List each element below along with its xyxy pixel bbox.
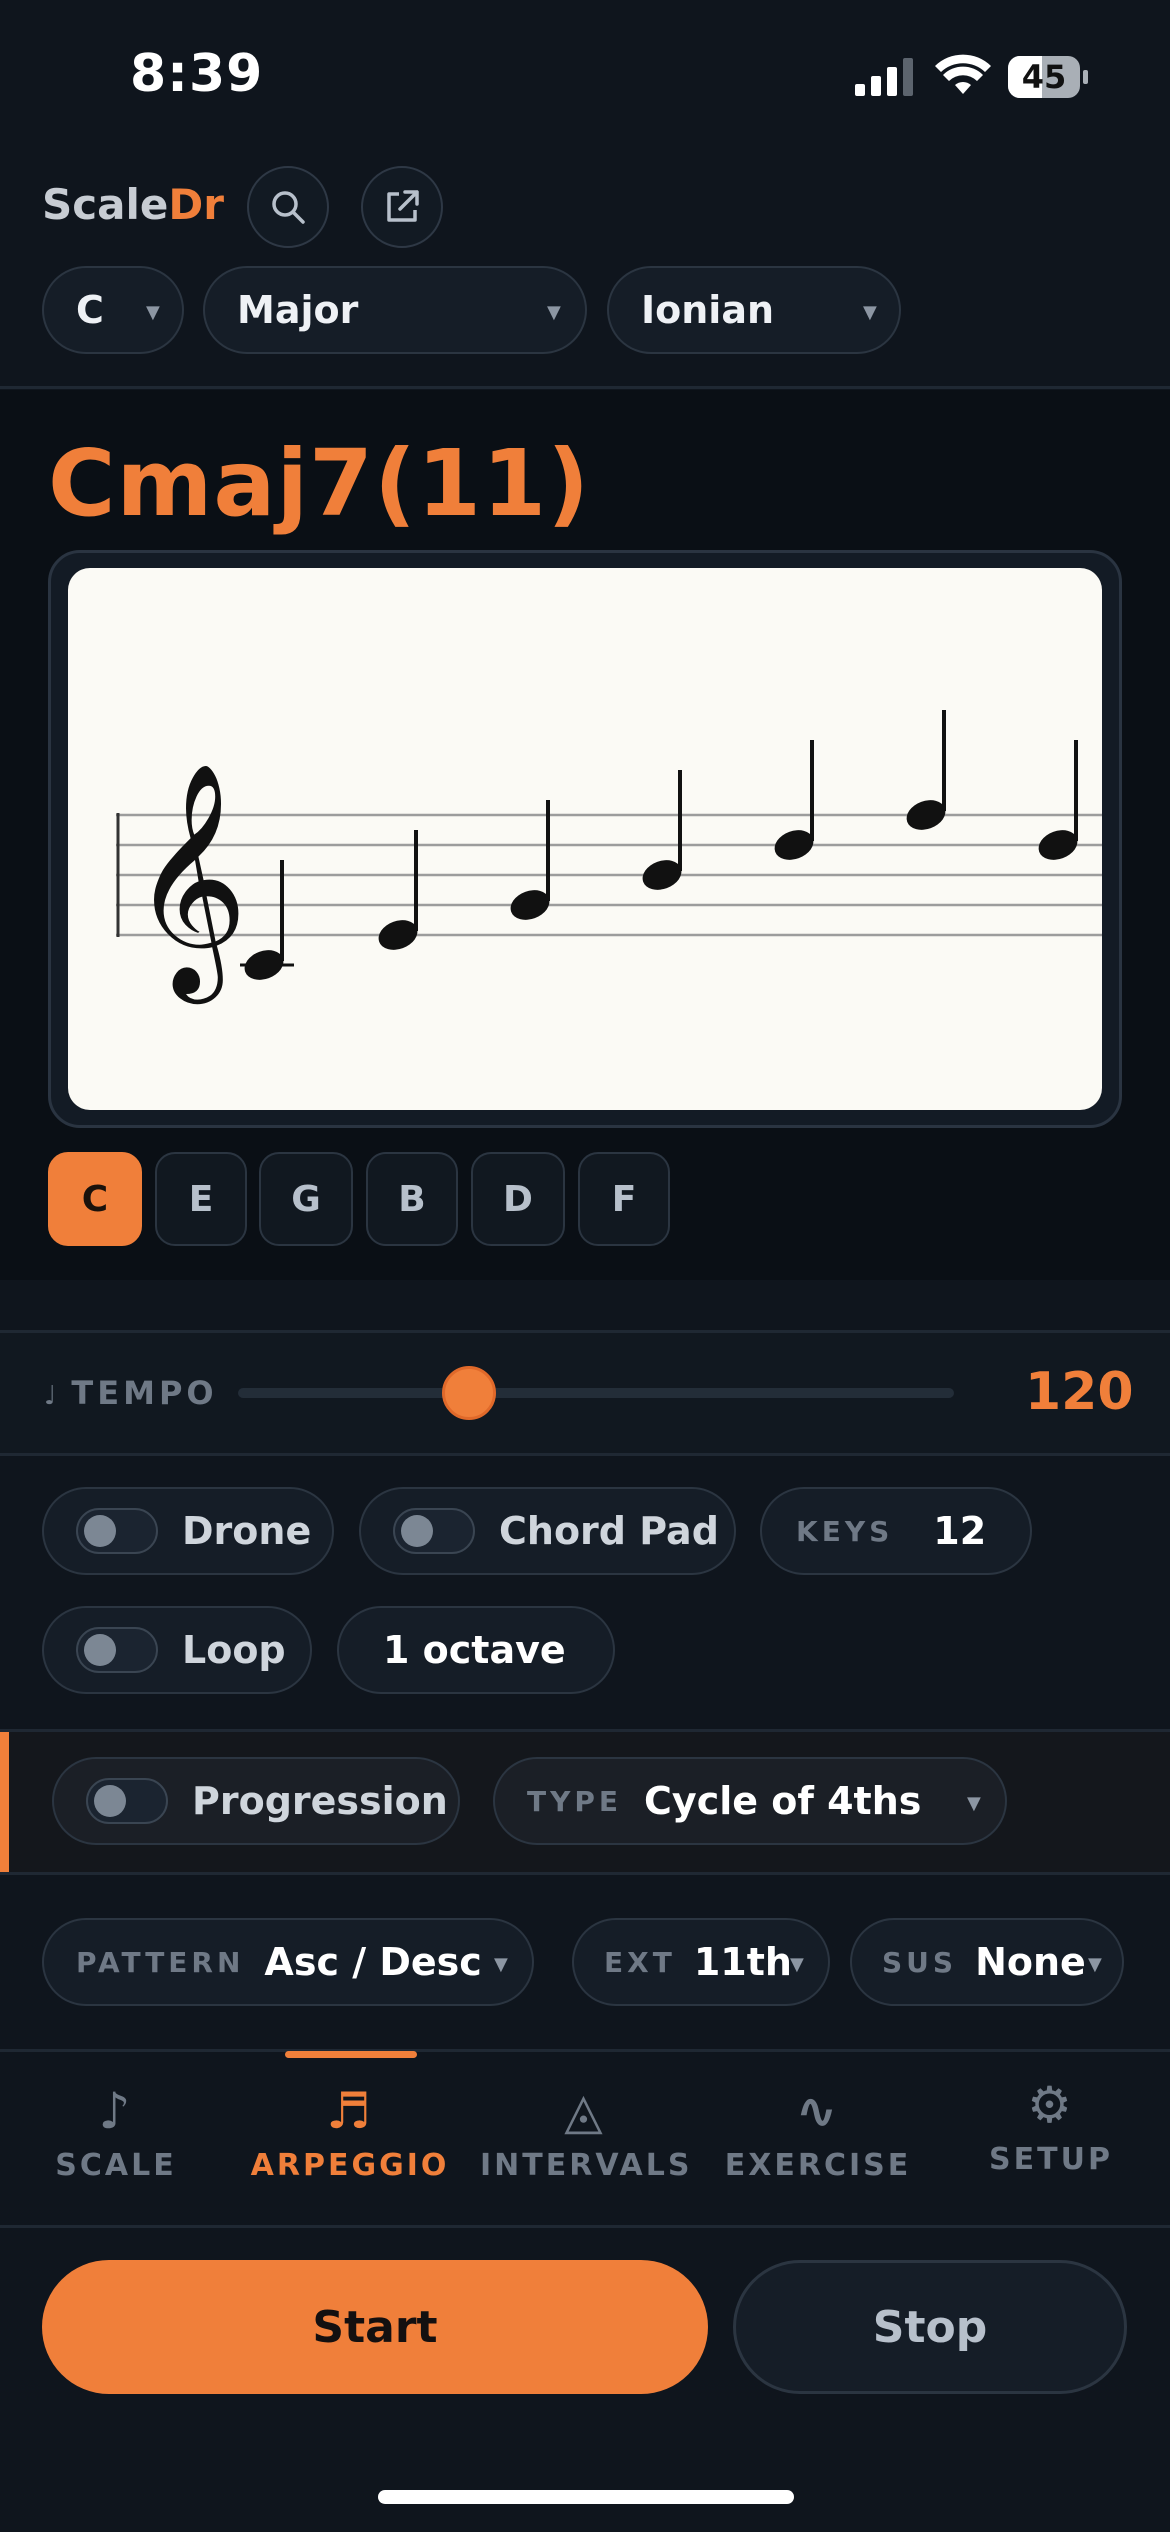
progression-accent-bar (0, 1732, 9, 1872)
app-logo: ScaleDr (42, 180, 224, 229)
ext-label: EXT (604, 1945, 676, 1979)
mode-select-value: Ionian (641, 288, 775, 332)
wifi-icon (935, 54, 991, 94)
keys-label: KEYS (796, 1514, 894, 1548)
tab-exercise-label: EXERCISE (724, 2148, 912, 2183)
wave-icon: ∿ (795, 2082, 841, 2140)
tab-setup-label: SETUP (989, 2142, 1113, 2177)
cellular-signal-icon (855, 58, 913, 96)
tab-arpeggio-label: ARPEGGIO (250, 2148, 450, 2183)
tab-intervals[interactable]: ◬ INTERVALS (480, 2082, 690, 2183)
gear-icon: ⚙ (1027, 2076, 1075, 2134)
note-button-d[interactable]: D (471, 1152, 565, 1246)
pattern-label: PATTERN (76, 1945, 245, 1979)
loop-label: Loop (182, 1628, 286, 1672)
chord-pad-toggle[interactable] (393, 1508, 475, 1554)
note-button-f[interactable]: F (578, 1152, 670, 1246)
octave-select[interactable]: 1 octave (337, 1606, 615, 1694)
note-button-c[interactable]: C (48, 1152, 142, 1246)
search-icon (272, 191, 305, 224)
type-label: TYPE (527, 1784, 623, 1818)
octave-value: 1 octave (383, 1628, 566, 1672)
key-select-value: C (76, 288, 104, 332)
home-indicator[interactable] (378, 2490, 794, 2504)
brand-name: Scale (42, 180, 169, 229)
chord-pad-label: Chord Pad (499, 1509, 719, 1553)
mode-select[interactable]: Ionian ▼ (607, 266, 901, 354)
chevron-down-icon: ▼ (967, 1793, 981, 1814)
divider (0, 2225, 1170, 2228)
brand-name-accent: Dr (168, 180, 224, 229)
drone-toggle-pill[interactable]: Drone (42, 1487, 334, 1575)
progression-type-select[interactable]: TYPE Cycle of 4ths ▼ (493, 1757, 1007, 1845)
keys-select[interactable]: KEYS 12 (760, 1487, 1032, 1575)
stop-button[interactable]: Stop (733, 2260, 1127, 2394)
tempo-value: 120 (1025, 1362, 1134, 1422)
note-button-g[interactable]: G (259, 1152, 353, 1246)
divider (0, 1453, 1170, 1456)
triangle-icon: ◬ (564, 2082, 606, 2140)
start-button[interactable]: Start (42, 2260, 708, 2394)
external-link-icon (387, 190, 419, 222)
divider (0, 386, 1170, 389)
tempo-label: ♩ TEMPO (44, 1374, 218, 1412)
chevron-down-icon: ▼ (863, 302, 877, 323)
drone-label: Drone (182, 1509, 312, 1553)
tempo-slider[interactable] (238, 1388, 954, 1398)
scale-select-value: Major (237, 288, 359, 332)
pattern-select[interactable]: PATTERN Asc / Desc ▼ (42, 1918, 534, 2006)
note-button-b[interactable]: B (366, 1152, 458, 1246)
svg-text:𝄞: 𝄞 (130, 761, 248, 1004)
type-value: Cycle of 4ths (644, 1779, 922, 1823)
divider (0, 1872, 1170, 1875)
tab-setup[interactable]: ⚙ SETUP (966, 2076, 1136, 2177)
status-time: 8:39 (130, 44, 264, 104)
music-note-icon: ♪ (98, 2082, 134, 2140)
treble-clef-icon: 𝄞 (130, 761, 248, 1004)
extension-select[interactable]: EXT 11th ▼ (572, 1918, 830, 2006)
progression-toggle[interactable] (86, 1778, 168, 1824)
note-icon: ♩ (44, 1381, 57, 1411)
battery-level: 45 (1021, 58, 1067, 96)
chevron-down-icon: ▼ (494, 1954, 508, 1975)
sus-select[interactable]: SUS None ▼ (850, 1918, 1124, 2006)
pattern-value: Asc / Desc (264, 1940, 482, 1984)
tab-scale[interactable]: ♪ SCALE (36, 2082, 196, 2183)
tempo-label-text: TEMPO (71, 1374, 218, 1412)
keys-value: 12 (933, 1509, 987, 1553)
chevron-down-icon: ▼ (547, 302, 561, 323)
progression-label: Progression (192, 1779, 448, 1823)
loop-toggle-pill[interactable]: Loop (42, 1606, 312, 1694)
sus-label: SUS (882, 1945, 958, 1979)
chord-pad-toggle-pill[interactable]: Chord Pad (359, 1487, 736, 1575)
battery-icon: 45 (1008, 56, 1088, 98)
share-button[interactable] (361, 166, 443, 248)
tab-arpeggio[interactable]: ♬ ARPEGGIO (250, 2082, 450, 2183)
sus-value: None (975, 1940, 1086, 1984)
tab-scale-label: SCALE (55, 2148, 177, 2183)
tab-intervals-label: INTERVALS (480, 2148, 693, 2183)
search-button[interactable] (247, 166, 329, 248)
drone-toggle[interactable] (76, 1508, 158, 1554)
active-tab-indicator (285, 2051, 417, 2058)
beamed-notes-icon: ♬ (326, 2082, 374, 2140)
note-button-e[interactable]: E (155, 1152, 247, 1246)
progression-toggle-pill[interactable]: Progression (52, 1757, 460, 1845)
music-staff: 𝄞 (68, 568, 1102, 1110)
tempo-slider-thumb[interactable] (442, 1366, 496, 1420)
tab-exercise[interactable]: ∿ EXERCISE (718, 2082, 918, 2183)
chevron-down-icon: ▼ (146, 302, 160, 323)
ext-value: 11th (693, 1940, 792, 1984)
divider (0, 2049, 1170, 2052)
chevron-down-icon: ▼ (790, 1954, 804, 1975)
scale-select[interactable]: Major ▼ (203, 266, 587, 354)
chevron-down-icon: ▼ (1088, 1954, 1102, 1975)
chord-name: Cmaj7(11) (48, 430, 591, 537)
key-select[interactable]: C ▼ (42, 266, 184, 354)
loop-toggle[interactable] (76, 1627, 158, 1673)
